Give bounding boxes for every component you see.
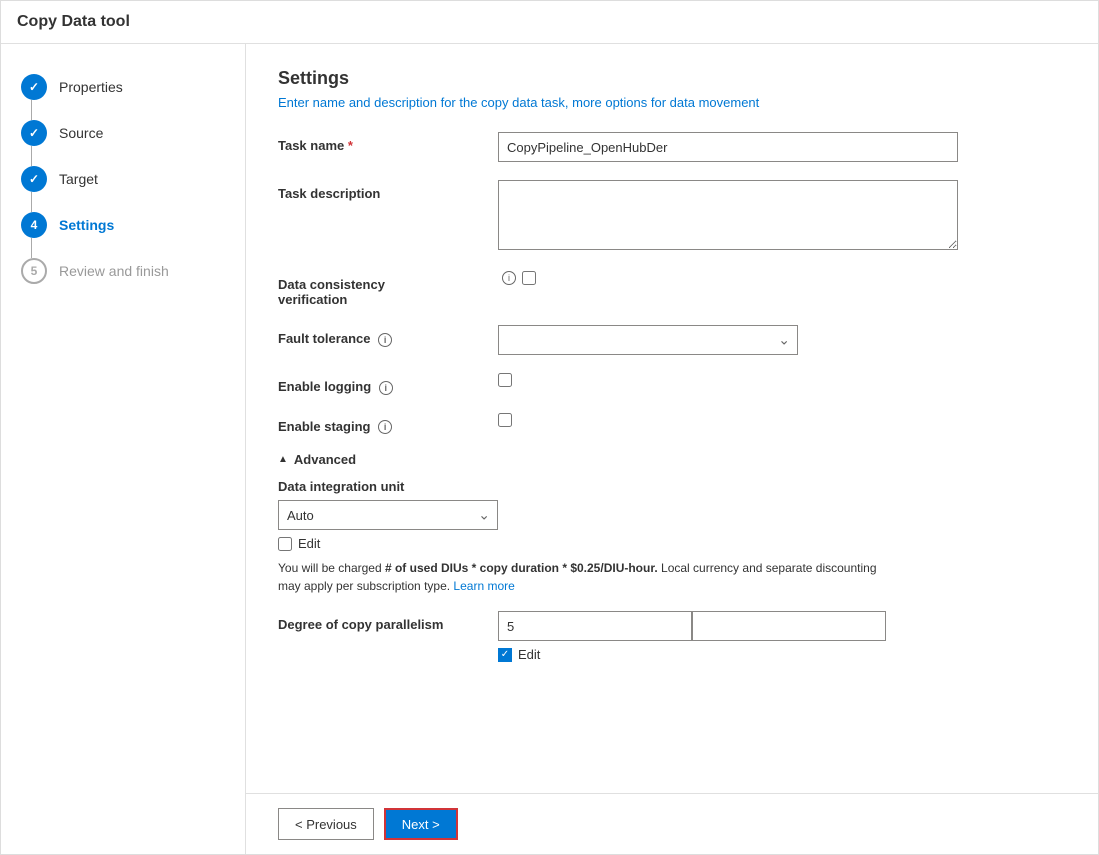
advanced-label: Advanced [294,452,356,467]
sidebar-item-properties[interactable]: ✓ Properties [1,64,245,110]
degree-row: Degree of copy parallelism Edit [278,611,1066,662]
enable-logging-label: Enable logging i [278,373,498,395]
degree-label: Degree of copy parallelism [278,611,498,632]
data-consistency-info-icon: i [502,271,516,285]
sidebar-item-label-source: Source [59,125,103,141]
bottom-bar: < Previous Next > [246,793,1098,854]
task-name-label: Task name * [278,132,498,153]
step-circle-target: ✓ [21,166,47,192]
section-description: Enter name and description for the copy … [278,95,1066,110]
enable-logging-row: Enable logging i [278,373,1066,395]
enable-staging-info-icon: i [378,420,392,434]
charge-bold: # of used DIUs * copy duration * $0.25/D… [385,561,658,575]
enable-staging-row: Enable staging i [278,413,1066,435]
task-name-row: Task name * [278,132,1066,162]
learn-more-link[interactable]: Learn more [453,579,514,593]
diu-row: Data integration unit Auto 2 4 8 16 32 6… [278,479,1066,530]
app-header: Copy Data tool [1,1,1098,44]
fault-tolerance-select[interactable]: Skip incompatible row [498,325,798,355]
step-circle-source: ✓ [21,120,47,146]
enable-logging-checkbox[interactable] [498,373,512,387]
data-consistency-wrap: i [498,271,958,285]
diu-edit-checkbox-row: Edit [278,536,1066,551]
enable-logging-wrap [498,373,958,390]
task-description-wrap [498,180,958,253]
diu-select[interactable]: Auto 2 4 8 16 32 64 [278,500,498,530]
fault-tolerance-select-wrap: Skip incompatible row [498,325,798,355]
sidebar-item-label-properties: Properties [59,79,123,95]
fault-tolerance-label: Fault tolerance i [278,325,498,347]
task-name-input[interactable] [498,132,958,162]
sidebar-item-label-settings: Settings [59,217,114,233]
enable-staging-label: Enable staging i [278,413,498,435]
main-panel: Settings Enter name and description for … [246,44,1098,854]
enable-staging-checkbox[interactable] [498,413,512,427]
enable-staging-wrap [498,413,958,430]
task-name-wrap [498,132,958,162]
fault-tolerance-row: Fault tolerance i Skip incompatible row [278,325,1066,355]
task-description-row: Task description [278,180,1066,253]
sidebar-item-source[interactable]: ✓ Source [1,110,245,156]
previous-button[interactable]: < Previous [278,808,374,840]
fault-tolerance-info-icon: i [378,333,392,347]
next-button[interactable]: Next > [384,808,458,840]
advanced-toggle[interactable]: ▲ Advanced [278,452,1066,467]
degree-edit-checkbox-row: Edit [498,647,886,662]
diu-select-wrap: Auto 2 4 8 16 32 64 [278,500,498,530]
advanced-triangle-icon: ▲ [278,454,288,465]
diu-edit-label: Edit [298,536,320,551]
degree-secondary-input[interactable] [692,611,886,641]
sidebar-item-target[interactable]: ✓ Target [1,156,245,202]
step-circle-settings: 4 [21,212,47,238]
sidebar-item-review[interactable]: 5 Review and finish [1,248,245,294]
enable-logging-info-icon: i [379,381,393,395]
fault-tolerance-wrap: Skip incompatible row [498,325,958,355]
charge-notice: You will be charged # of used DIUs * cop… [278,559,898,595]
advanced-section: ▲ Advanced Data integration unit Auto 2 … [278,452,1066,662]
charge-notice-text: You will be charged # of used DIUs * cop… [278,561,877,593]
sidebar-item-label-target: Target [59,171,98,187]
app-container: Copy Data tool ✓ Properties ✓ Source ✓ T… [0,0,1099,855]
app-body: ✓ Properties ✓ Source ✓ Target 4 Setting… [1,44,1098,854]
step-circle-review: 5 [21,258,47,284]
data-consistency-checkbox[interactable] [522,271,536,285]
data-consistency-label: Data consistencyverification [278,271,498,307]
task-description-input[interactable] [498,180,958,250]
degree-edit-checkbox-checked[interactable] [498,648,512,662]
section-title: Settings [278,68,1066,89]
step-circle-properties: ✓ [21,74,47,100]
sidebar-item-settings[interactable]: 4 Settings [1,202,245,248]
sidebar: ✓ Properties ✓ Source ✓ Target 4 Setting… [1,44,246,854]
app-title: Copy Data tool [17,13,1082,31]
sidebar-item-label-review: Review and finish [59,263,169,279]
degree-inputs-wrap: Edit [498,611,886,662]
diu-edit-checkbox[interactable] [278,537,292,551]
task-description-label: Task description [278,180,498,201]
main-content: Settings Enter name and description for … [246,44,1098,793]
degree-inputs [498,611,886,641]
data-consistency-checkbox-row: i [498,271,958,285]
degree-edit-label: Edit [518,647,540,662]
degree-primary-input[interactable] [498,611,692,641]
diu-label: Data integration unit [278,479,1066,494]
data-consistency-row: Data consistencyverification i [278,271,1066,307]
